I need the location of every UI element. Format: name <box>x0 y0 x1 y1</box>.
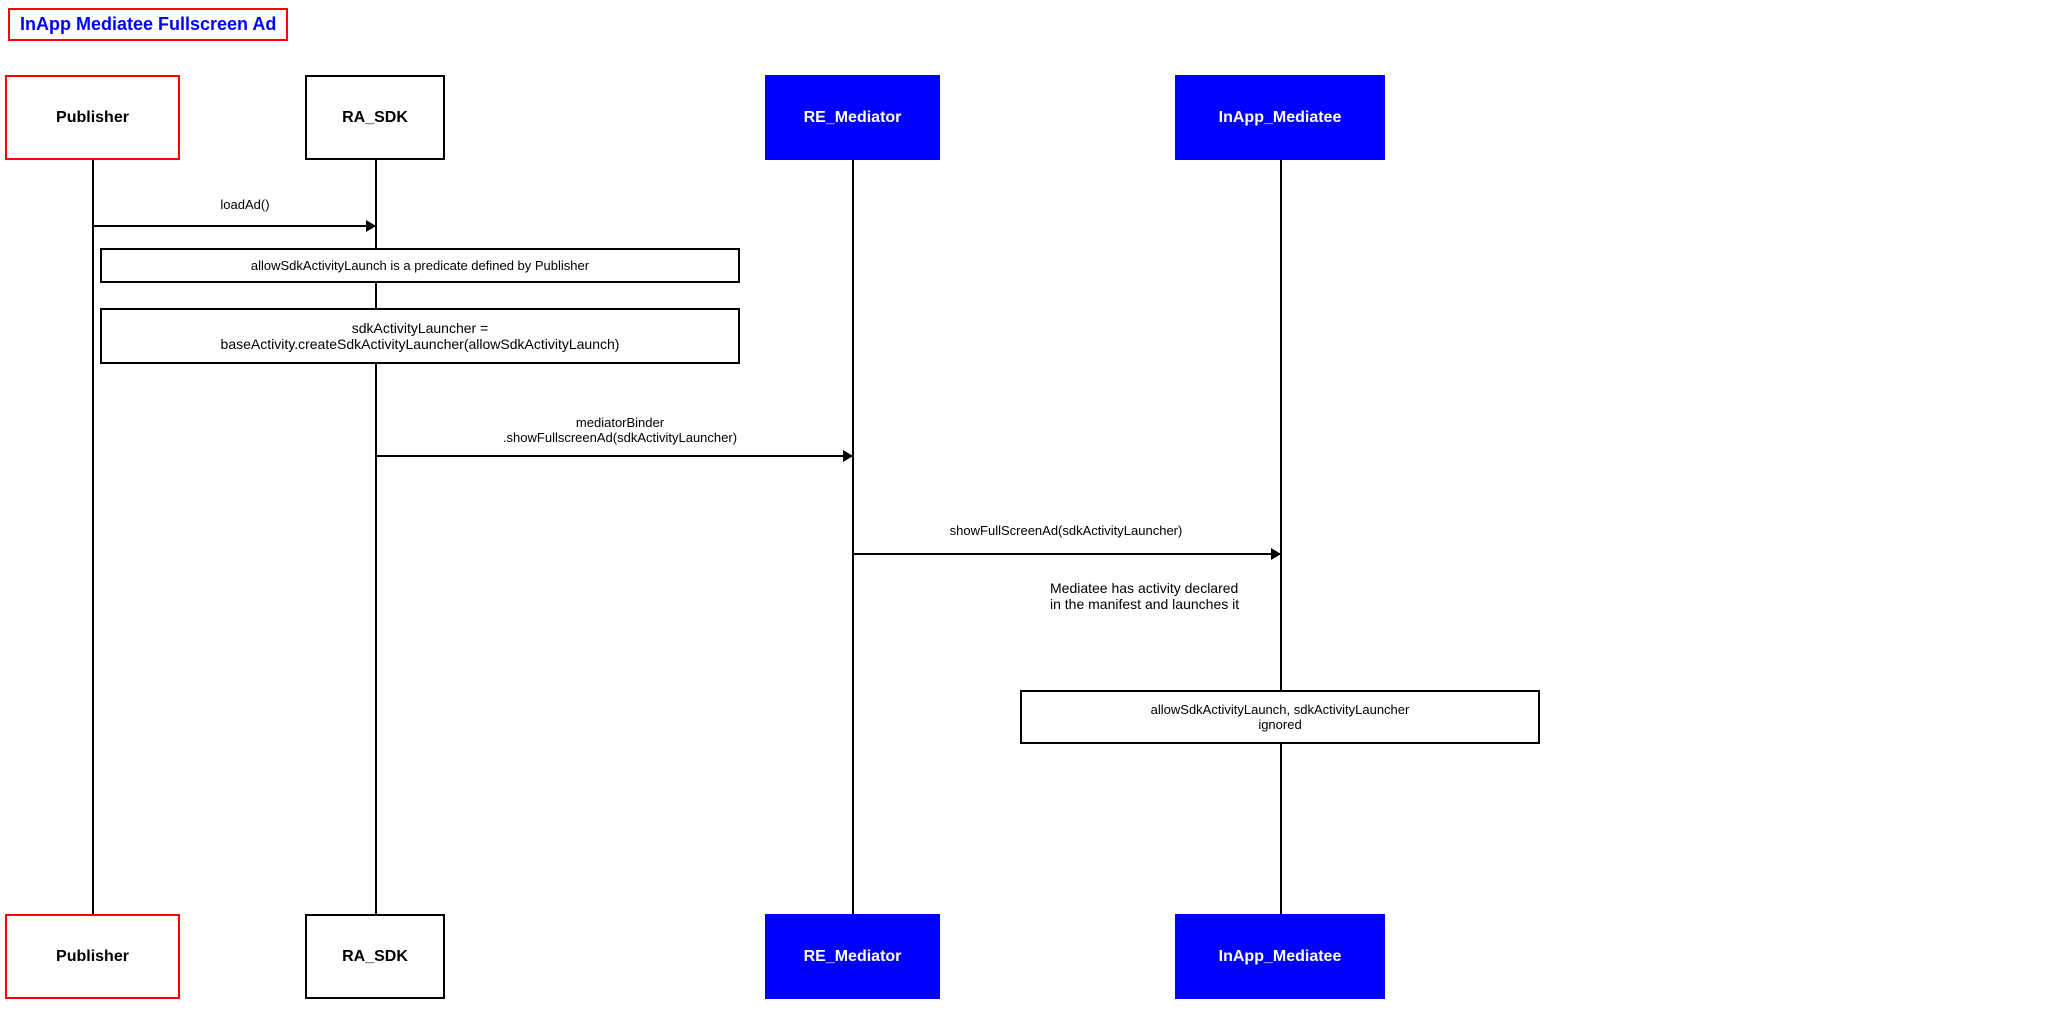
lifeline-inapp-mediatee <box>1280 160 1282 914</box>
actor-publisher-bottom: Publisher <box>5 914 180 999</box>
note-ignored: allowSdkActivityLaunch, sdkActivityLaunc… <box>1020 690 1540 744</box>
label-load-ad: loadAd() <box>145 197 345 212</box>
actor-ra-sdk-top: RA_SDK <box>305 75 445 160</box>
diagram-container: InApp Mediatee Fullscreen Ad Publisher R… <box>0 0 2048 1019</box>
actor-re-mediator-bottom: RE_Mediator <box>765 914 940 999</box>
diagram-title: InApp Mediatee Fullscreen Ad <box>8 8 288 41</box>
note-mediatee-activity: Mediatee has activity declared in the ma… <box>1050 580 1500 612</box>
note-sdk-activity-launcher: sdkActivityLauncher = baseActivity.creat… <box>100 308 740 364</box>
label-mediator-binder: mediatorBinder .showFullscreenAd(sdkActi… <box>420 415 820 445</box>
arrow-show-fullscreen <box>852 553 1280 555</box>
note-allow-sdk: allowSdkActivityLaunch is a predicate de… <box>100 248 740 283</box>
actor-re-mediator-top: RE_Mediator <box>765 75 940 160</box>
label-show-fullscreen: showFullScreenAd(sdkActivityLauncher) <box>852 523 1280 538</box>
actor-inapp-mediatee-top: InApp_Mediatee <box>1175 75 1385 160</box>
actor-inapp-mediatee-bottom: InApp_Mediatee <box>1175 914 1385 999</box>
actor-ra-sdk-bottom: RA_SDK <box>305 914 445 999</box>
arrow-mediator-binder <box>375 455 852 457</box>
arrow-load-ad <box>92 225 375 227</box>
lifeline-publisher <box>92 160 94 914</box>
actor-publisher-top: Publisher <box>5 75 180 160</box>
